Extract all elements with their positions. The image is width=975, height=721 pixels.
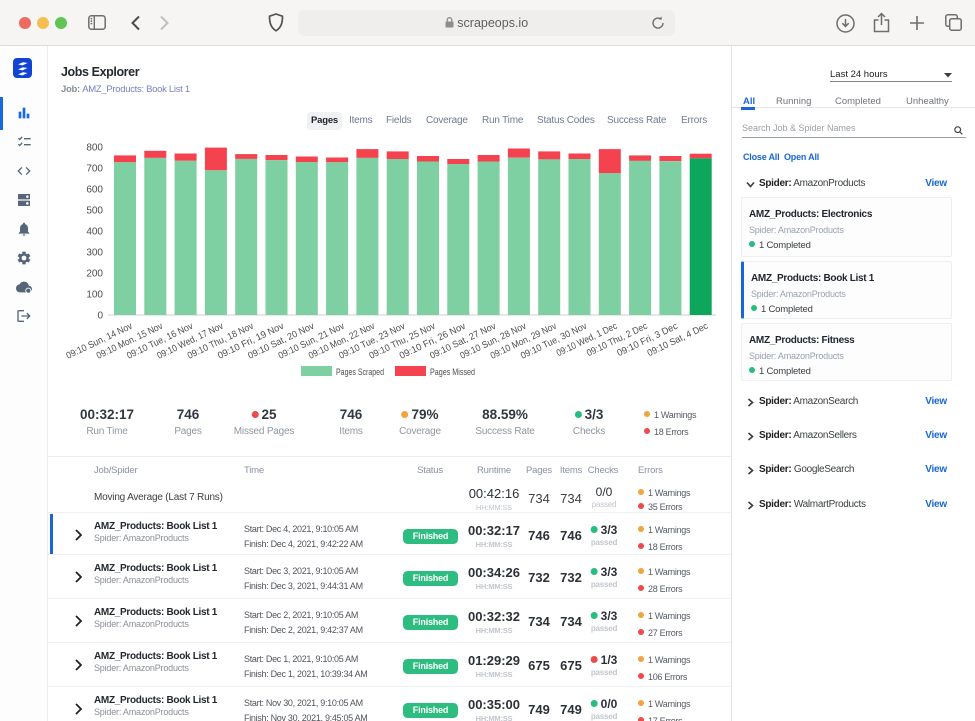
- svg-text:600: 600: [86, 185, 103, 196]
- svg-text:800: 800: [86, 143, 103, 154]
- svg-text:200: 200: [86, 269, 103, 280]
- svg-text:0: 0: [97, 311, 103, 322]
- svg-text:500: 500: [86, 206, 103, 217]
- svg-text:400: 400: [86, 227, 103, 238]
- svg-text:100: 100: [86, 290, 103, 301]
- svg-text:700: 700: [86, 164, 103, 175]
- svg-text:300: 300: [86, 248, 103, 259]
- svg-text:Pages Missed: Pages Missed: [430, 367, 475, 378]
- svg-text:Pages Scraped: Pages Scraped: [336, 367, 384, 378]
